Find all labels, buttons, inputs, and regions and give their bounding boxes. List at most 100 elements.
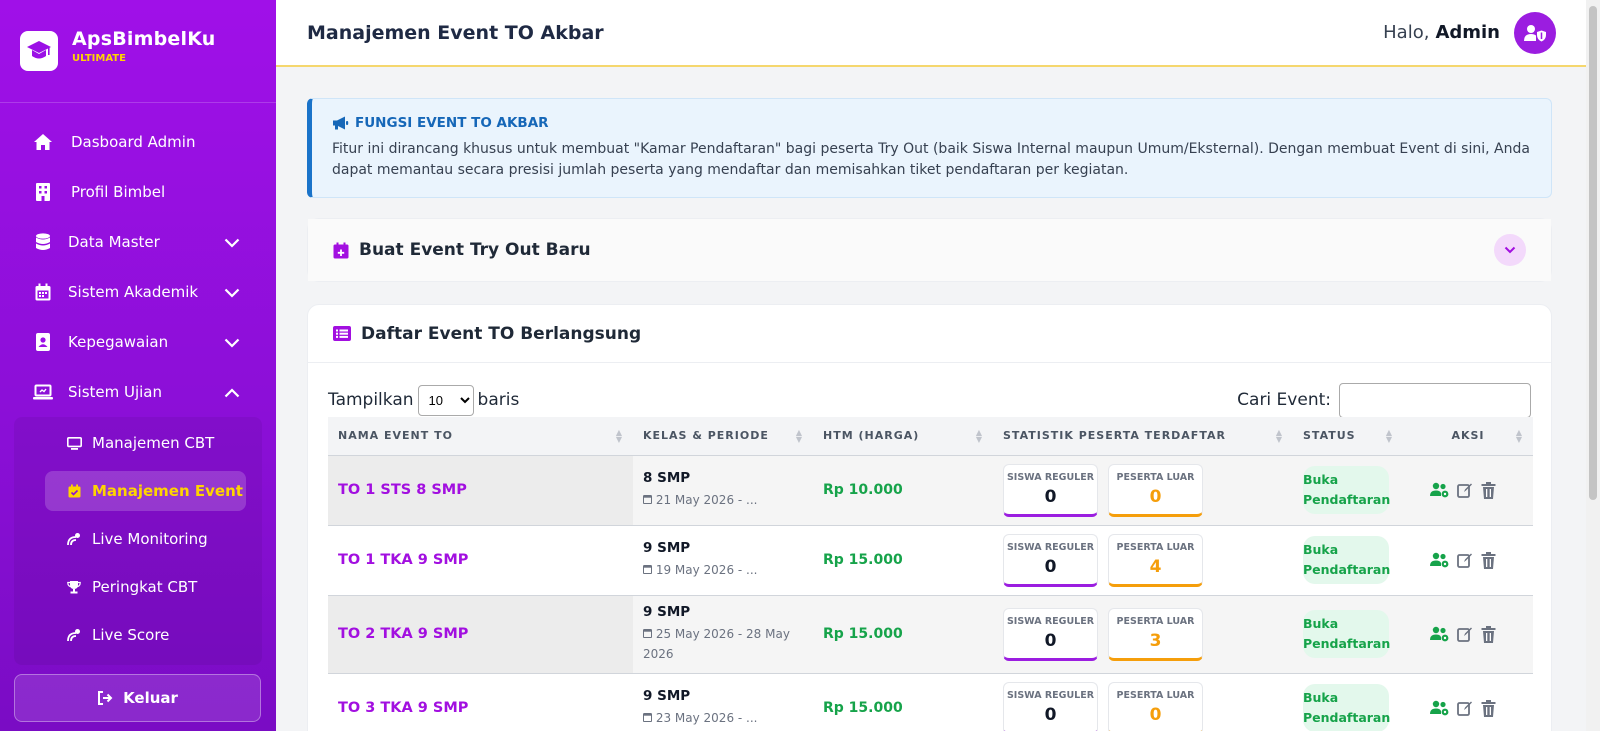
delete-button[interactable] xyxy=(1481,699,1496,717)
harga-text: Rp 15.000 xyxy=(823,552,903,568)
stat-label: SISWA REGULER xyxy=(1006,689,1095,701)
home-icon xyxy=(32,131,54,153)
participants-button[interactable] xyxy=(1429,552,1449,568)
delete-button[interactable] xyxy=(1481,481,1496,499)
stat-peserta-luar: PESERTA LUAR 4 xyxy=(1108,533,1203,587)
cell-aksi xyxy=(1403,525,1533,596)
participants-button[interactable] xyxy=(1429,626,1449,642)
harga-text: Rp 15.000 xyxy=(823,700,903,716)
calendar-icon xyxy=(643,493,652,507)
sidebar: ApsBimbelKu ULTIMATE Dasboard Admin Prof… xyxy=(0,0,276,731)
column-header-statistik[interactable]: STATISTIK PESERTA TERDAFTAR ▲ ▼ xyxy=(993,417,1293,456)
trash-icon xyxy=(1481,625,1496,643)
user-name: Admin xyxy=(1435,22,1500,43)
cell-harga: Rp 15.000 xyxy=(813,595,993,674)
periode: 23 May 2026 - ... xyxy=(643,708,813,728)
cell-aksi xyxy=(1403,673,1533,731)
sort-icon: ▲ ▼ xyxy=(795,428,803,444)
page-length-select[interactable]: 10 xyxy=(417,384,474,416)
sidebar-subitem-manajemen-event[interactable]: Manajemen Event xyxy=(45,471,246,511)
badge-icon xyxy=(32,331,54,353)
sidebar-item-profil-bimbel[interactable]: Profil Bimbel xyxy=(0,167,276,217)
list-icon xyxy=(333,326,351,341)
sidebar-item-dashboard[interactable]: Dasboard Admin xyxy=(0,117,276,167)
sidebar-subitem-live-score[interactable]: Live Score xyxy=(14,611,262,659)
sort-icon: ▲ ▼ xyxy=(1275,428,1283,444)
sistem-ujian-submenu: Manajemen CBT Manajemen Event Live Monit… xyxy=(14,417,262,665)
participants-button[interactable] xyxy=(1429,482,1449,498)
stat-peserta-luar: PESERTA LUAR 3 xyxy=(1108,607,1203,661)
cell-nama: TO 2 TKA 9 SMP xyxy=(328,595,633,674)
column-header-label: AKSI xyxy=(1451,429,1485,443)
table-row: TO 1 TKA 9 SMP 9 SMP 19 May 2026 - ... Rp … xyxy=(328,525,1533,596)
table-row: TO 3 TKA 9 SMP 9 SMP 23 May 2026 - ... Rp … xyxy=(328,673,1533,731)
cell-kelas: 9 SMP 23 May 2026 - ... xyxy=(633,673,813,731)
page-scrollbar[interactable] xyxy=(1586,0,1600,731)
brand[interactable]: ApsBimbelKu ULTIMATE xyxy=(0,0,276,103)
edit-button[interactable] xyxy=(1457,482,1473,498)
sidebar-menu: Dasboard Admin Profil Bimbel Data Master… xyxy=(0,117,276,665)
edit-icon xyxy=(1457,552,1473,568)
users-cog-icon xyxy=(1429,626,1449,642)
stat-siswa-reguler: SISWA REGULER 0 xyxy=(1003,607,1098,661)
participants-button[interactable] xyxy=(1429,700,1449,716)
create-event-header[interactable]: Buat Event Try Out Baru xyxy=(308,219,1551,281)
column-header-label: STATISTIK PESERTA TERDAFTAR xyxy=(1003,429,1226,443)
edit-icon xyxy=(1457,700,1473,716)
greeting-text: Halo, xyxy=(1383,22,1430,43)
column-header-nama[interactable]: NAMA EVENT TO ▲ ▼ xyxy=(328,417,633,456)
expand-toggle-button[interactable] xyxy=(1494,234,1526,266)
stat-value: 0 xyxy=(1149,704,1162,725)
search-input[interactable] xyxy=(1339,382,1531,418)
create-event-title: Buat Event Try Out Baru xyxy=(359,240,591,260)
info-title-text: FUNGSI EVENT TO AKBAR xyxy=(355,115,549,131)
edit-button[interactable] xyxy=(1457,552,1473,568)
sidebar-item-data-master[interactable]: Data Master xyxy=(0,217,276,267)
sidebar-item-label: Sistem Akademik xyxy=(68,283,199,301)
bullhorn-icon xyxy=(332,116,349,130)
trash-icon xyxy=(1481,551,1496,569)
sidebar-item-label: Sistem Ujian xyxy=(68,383,163,401)
column-header-aksi[interactable]: AKSI ▲ ▼ xyxy=(1403,417,1533,456)
edit-icon xyxy=(1457,482,1473,498)
event-name-link[interactable]: TO 1 STS 8 SMP xyxy=(338,482,467,498)
column-header-status[interactable]: STATUS ▲ ▼ xyxy=(1293,417,1403,456)
cell-statistik: SISWA REGULER 0 PESERTA LUAR 0 xyxy=(993,673,1293,731)
sidebar-subitem-label: Manajemen CBT xyxy=(92,434,215,452)
column-header-harga[interactable]: HTM (HARGA) ▲ ▼ xyxy=(813,417,993,456)
logout-button[interactable]: Keluar xyxy=(14,674,261,722)
sidebar-item-kepegawaian[interactable]: Kepegawaian xyxy=(0,317,276,367)
sort-icon: ▲ ▼ xyxy=(975,428,983,444)
event-name-link[interactable]: TO 2 TKA 9 SMP xyxy=(338,626,468,642)
column-header-kelas[interactable]: KELAS & PERIODE ▲ ▼ xyxy=(633,417,813,456)
create-event-panel: Buat Event Try Out Baru xyxy=(307,218,1552,282)
avatar[interactable] xyxy=(1514,11,1556,54)
kelas-text: 9 SMP xyxy=(643,688,691,704)
info-title: FUNGSI EVENT TO AKBAR xyxy=(332,115,1531,131)
stat-label: SISWA REGULER xyxy=(1006,471,1095,483)
sidebar-subitem-live-monitoring[interactable]: Live Monitoring xyxy=(14,515,262,563)
cell-aksi xyxy=(1403,455,1533,526)
sidebar-item-sistem-akademik[interactable]: Sistem Akademik xyxy=(0,267,276,317)
user-shield-icon xyxy=(1524,24,1546,42)
stat-peserta-luar: PESERTA LUAR 0 xyxy=(1108,463,1203,517)
column-header-label: KELAS & PERIODE xyxy=(643,429,769,443)
sidebar-subitem-manajemen-cbt[interactable]: Manajemen CBT xyxy=(14,419,262,467)
status-badge: Buka Pendaftaran xyxy=(1303,684,1390,731)
stat-value: 0 xyxy=(1044,704,1057,725)
user-greeting: Halo, Admin xyxy=(1383,11,1556,54)
harga-text: Rp 10.000 xyxy=(823,482,903,498)
sidebar-subitem-peringkat-cbt[interactable]: Peringkat CBT xyxy=(14,563,262,611)
chevron-down-icon xyxy=(1504,246,1516,254)
scrollbar-thumb[interactable] xyxy=(1589,6,1597,500)
edit-button[interactable] xyxy=(1457,626,1473,642)
event-name-link[interactable]: TO 1 TKA 9 SMP xyxy=(338,552,468,568)
sidebar-item-sistem-ujian[interactable]: Sistem Ujian xyxy=(0,367,276,417)
delete-button[interactable] xyxy=(1481,551,1496,569)
event-name-link[interactable]: TO 3 TKA 9 SMP xyxy=(338,700,468,716)
cell-harga: Rp 10.000 xyxy=(813,455,993,526)
edit-button[interactable] xyxy=(1457,700,1473,716)
brand-subtitle: ULTIMATE xyxy=(72,53,126,64)
status-badge: Buka Pendaftaran xyxy=(1303,466,1390,514)
delete-button[interactable] xyxy=(1481,625,1496,643)
